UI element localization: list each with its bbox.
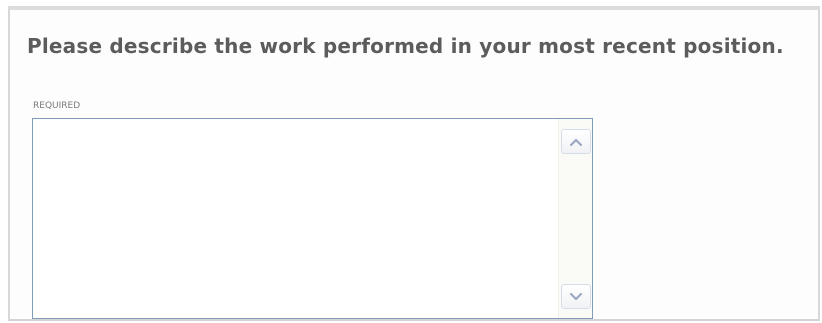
required-label: REQUIRED <box>33 101 81 111</box>
answer-textarea[interactable] <box>33 119 557 318</box>
question-text: Please describe the work performed in yo… <box>27 34 784 58</box>
question-panel: Please describe the work performed in yo… <box>8 6 820 321</box>
chevron-up-icon <box>569 138 583 146</box>
chevron-down-icon <box>569 292 583 300</box>
vertical-scrollbar[interactable] <box>558 119 592 318</box>
answer-textarea-container <box>32 118 593 319</box>
scroll-down-button[interactable] <box>561 284 591 309</box>
scroll-up-button[interactable] <box>561 129 591 154</box>
